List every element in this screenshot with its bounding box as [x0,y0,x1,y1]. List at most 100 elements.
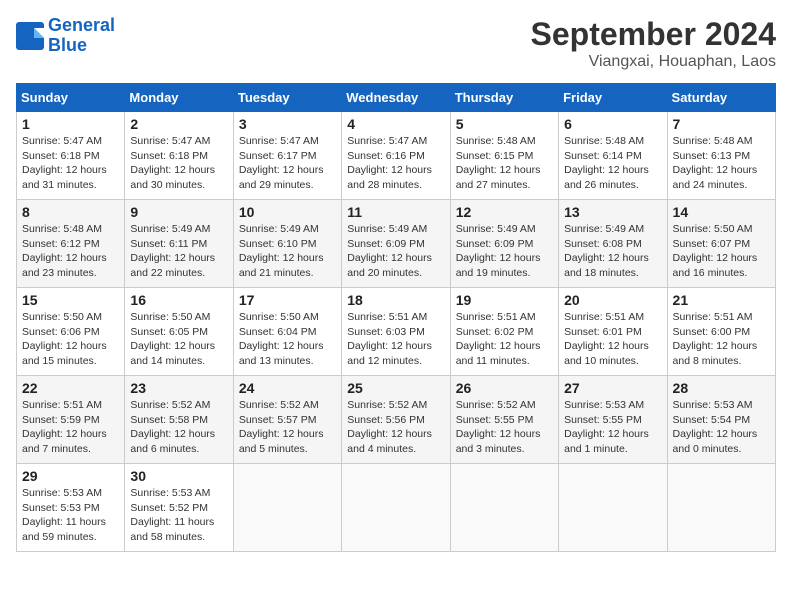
calendar-cell: 18 Sunrise: 5:51 AM Sunset: 6:03 PM Dayl… [342,288,450,376]
day-info: Sunrise: 5:52 AM Sunset: 5:55 PM Dayligh… [456,398,553,457]
calendar-week-row: 22 Sunrise: 5:51 AM Sunset: 5:59 PM Dayl… [17,376,776,464]
day-number: 13 [564,204,661,220]
day-number: 21 [673,292,770,308]
calendar-cell [450,464,558,552]
day-info: Sunrise: 5:51 AM Sunset: 5:59 PM Dayligh… [22,398,119,457]
logo-text: General Blue [48,16,115,56]
day-info: Sunrise: 5:51 AM Sunset: 6:01 PM Dayligh… [564,310,661,369]
day-number: 17 [239,292,336,308]
day-info: Sunrise: 5:48 AM Sunset: 6:12 PM Dayligh… [22,222,119,281]
day-number: 24 [239,380,336,396]
day-number: 20 [564,292,661,308]
calendar-cell: 23 Sunrise: 5:52 AM Sunset: 5:58 PM Dayl… [125,376,233,464]
header-sunday: Sunday [17,84,125,112]
day-number: 9 [130,204,227,220]
day-number: 2 [130,116,227,132]
calendar-week-row: 1 Sunrise: 5:47 AM Sunset: 6:18 PM Dayli… [17,112,776,200]
day-info: Sunrise: 5:48 AM Sunset: 6:15 PM Dayligh… [456,134,553,193]
location-title: Viangxai, Houaphan, Laos [531,53,776,71]
calendar-cell: 16 Sunrise: 5:50 AM Sunset: 6:05 PM Dayl… [125,288,233,376]
day-number: 16 [130,292,227,308]
day-info: Sunrise: 5:52 AM Sunset: 5:57 PM Dayligh… [239,398,336,457]
day-number: 30 [130,468,227,484]
calendar-cell: 9 Sunrise: 5:49 AM Sunset: 6:11 PM Dayli… [125,200,233,288]
calendar-cell: 26 Sunrise: 5:52 AM Sunset: 5:55 PM Dayl… [450,376,558,464]
day-info: Sunrise: 5:47 AM Sunset: 6:16 PM Dayligh… [347,134,444,193]
calendar-cell: 17 Sunrise: 5:50 AM Sunset: 6:04 PM Dayl… [233,288,341,376]
day-number: 7 [673,116,770,132]
logo: General Blue [16,16,115,56]
day-number: 15 [22,292,119,308]
calendar-cell: 19 Sunrise: 5:51 AM Sunset: 6:02 PM Dayl… [450,288,558,376]
day-number: 1 [22,116,119,132]
calendar-cell: 7 Sunrise: 5:48 AM Sunset: 6:13 PM Dayli… [667,112,775,200]
day-number: 27 [564,380,661,396]
day-info: Sunrise: 5:53 AM Sunset: 5:52 PM Dayligh… [130,486,227,545]
calendar-cell: 15 Sunrise: 5:50 AM Sunset: 6:06 PM Dayl… [17,288,125,376]
calendar-cell: 13 Sunrise: 5:49 AM Sunset: 6:08 PM Dayl… [559,200,667,288]
day-info: Sunrise: 5:49 AM Sunset: 6:10 PM Dayligh… [239,222,336,281]
day-info: Sunrise: 5:49 AM Sunset: 6:09 PM Dayligh… [347,222,444,281]
day-number: 18 [347,292,444,308]
month-title: September 2024 [531,16,776,53]
day-number: 12 [456,204,553,220]
calendar-week-row: 8 Sunrise: 5:48 AM Sunset: 6:12 PM Dayli… [17,200,776,288]
day-info: Sunrise: 5:48 AM Sunset: 6:13 PM Dayligh… [673,134,770,193]
day-info: Sunrise: 5:52 AM Sunset: 5:56 PM Dayligh… [347,398,444,457]
calendar-cell: 10 Sunrise: 5:49 AM Sunset: 6:10 PM Dayl… [233,200,341,288]
calendar-cell: 29 Sunrise: 5:53 AM Sunset: 5:53 PM Dayl… [17,464,125,552]
day-number: 10 [239,204,336,220]
day-info: Sunrise: 5:53 AM Sunset: 5:55 PM Dayligh… [564,398,661,457]
day-number: 3 [239,116,336,132]
day-number: 23 [130,380,227,396]
day-info: Sunrise: 5:50 AM Sunset: 6:04 PM Dayligh… [239,310,336,369]
weekday-header-row: Sunday Monday Tuesday Wednesday Thursday… [17,84,776,112]
logo-icon [16,22,44,50]
calendar-cell: 24 Sunrise: 5:52 AM Sunset: 5:57 PM Dayl… [233,376,341,464]
day-info: Sunrise: 5:53 AM Sunset: 5:54 PM Dayligh… [673,398,770,457]
header-thursday: Thursday [450,84,558,112]
day-info: Sunrise: 5:49 AM Sunset: 6:11 PM Dayligh… [130,222,227,281]
calendar-cell: 6 Sunrise: 5:48 AM Sunset: 6:14 PM Dayli… [559,112,667,200]
calendar-cell: 3 Sunrise: 5:47 AM Sunset: 6:17 PM Dayli… [233,112,341,200]
calendar-cell: 2 Sunrise: 5:47 AM Sunset: 6:18 PM Dayli… [125,112,233,200]
page-header: General Blue September 2024 Viangxai, Ho… [16,16,776,71]
day-number: 26 [456,380,553,396]
calendar-cell [559,464,667,552]
day-number: 19 [456,292,553,308]
calendar-cell: 14 Sunrise: 5:50 AM Sunset: 6:07 PM Dayl… [667,200,775,288]
day-info: Sunrise: 5:50 AM Sunset: 6:05 PM Dayligh… [130,310,227,369]
calendar-cell: 25 Sunrise: 5:52 AM Sunset: 5:56 PM Dayl… [342,376,450,464]
calendar-cell: 30 Sunrise: 5:53 AM Sunset: 5:52 PM Dayl… [125,464,233,552]
day-info: Sunrise: 5:47 AM Sunset: 6:18 PM Dayligh… [130,134,227,193]
calendar-cell: 11 Sunrise: 5:49 AM Sunset: 6:09 PM Dayl… [342,200,450,288]
day-info: Sunrise: 5:53 AM Sunset: 5:53 PM Dayligh… [22,486,119,545]
title-block: September 2024 Viangxai, Houaphan, Laos [531,16,776,71]
calendar-week-row: 29 Sunrise: 5:53 AM Sunset: 5:53 PM Dayl… [17,464,776,552]
calendar-week-row: 15 Sunrise: 5:50 AM Sunset: 6:06 PM Dayl… [17,288,776,376]
calendar-cell [233,464,341,552]
day-info: Sunrise: 5:51 AM Sunset: 6:02 PM Dayligh… [456,310,553,369]
calendar-cell: 12 Sunrise: 5:49 AM Sunset: 6:09 PM Dayl… [450,200,558,288]
calendar-cell [342,464,450,552]
header-tuesday: Tuesday [233,84,341,112]
day-number: 25 [347,380,444,396]
calendar-table: Sunday Monday Tuesday Wednesday Thursday… [16,83,776,552]
day-info: Sunrise: 5:51 AM Sunset: 6:03 PM Dayligh… [347,310,444,369]
day-info: Sunrise: 5:49 AM Sunset: 6:09 PM Dayligh… [456,222,553,281]
calendar-cell: 5 Sunrise: 5:48 AM Sunset: 6:15 PM Dayli… [450,112,558,200]
day-info: Sunrise: 5:47 AM Sunset: 6:18 PM Dayligh… [22,134,119,193]
day-info: Sunrise: 5:52 AM Sunset: 5:58 PM Dayligh… [130,398,227,457]
calendar-cell: 20 Sunrise: 5:51 AM Sunset: 6:01 PM Dayl… [559,288,667,376]
calendar-cell: 8 Sunrise: 5:48 AM Sunset: 6:12 PM Dayli… [17,200,125,288]
day-info: Sunrise: 5:51 AM Sunset: 6:00 PM Dayligh… [673,310,770,369]
day-number: 29 [22,468,119,484]
header-wednesday: Wednesday [342,84,450,112]
day-number: 6 [564,116,661,132]
day-info: Sunrise: 5:50 AM Sunset: 6:06 PM Dayligh… [22,310,119,369]
day-info: Sunrise: 5:48 AM Sunset: 6:14 PM Dayligh… [564,134,661,193]
day-number: 22 [22,380,119,396]
day-info: Sunrise: 5:47 AM Sunset: 6:17 PM Dayligh… [239,134,336,193]
day-number: 5 [456,116,553,132]
calendar-cell: 22 Sunrise: 5:51 AM Sunset: 5:59 PM Dayl… [17,376,125,464]
